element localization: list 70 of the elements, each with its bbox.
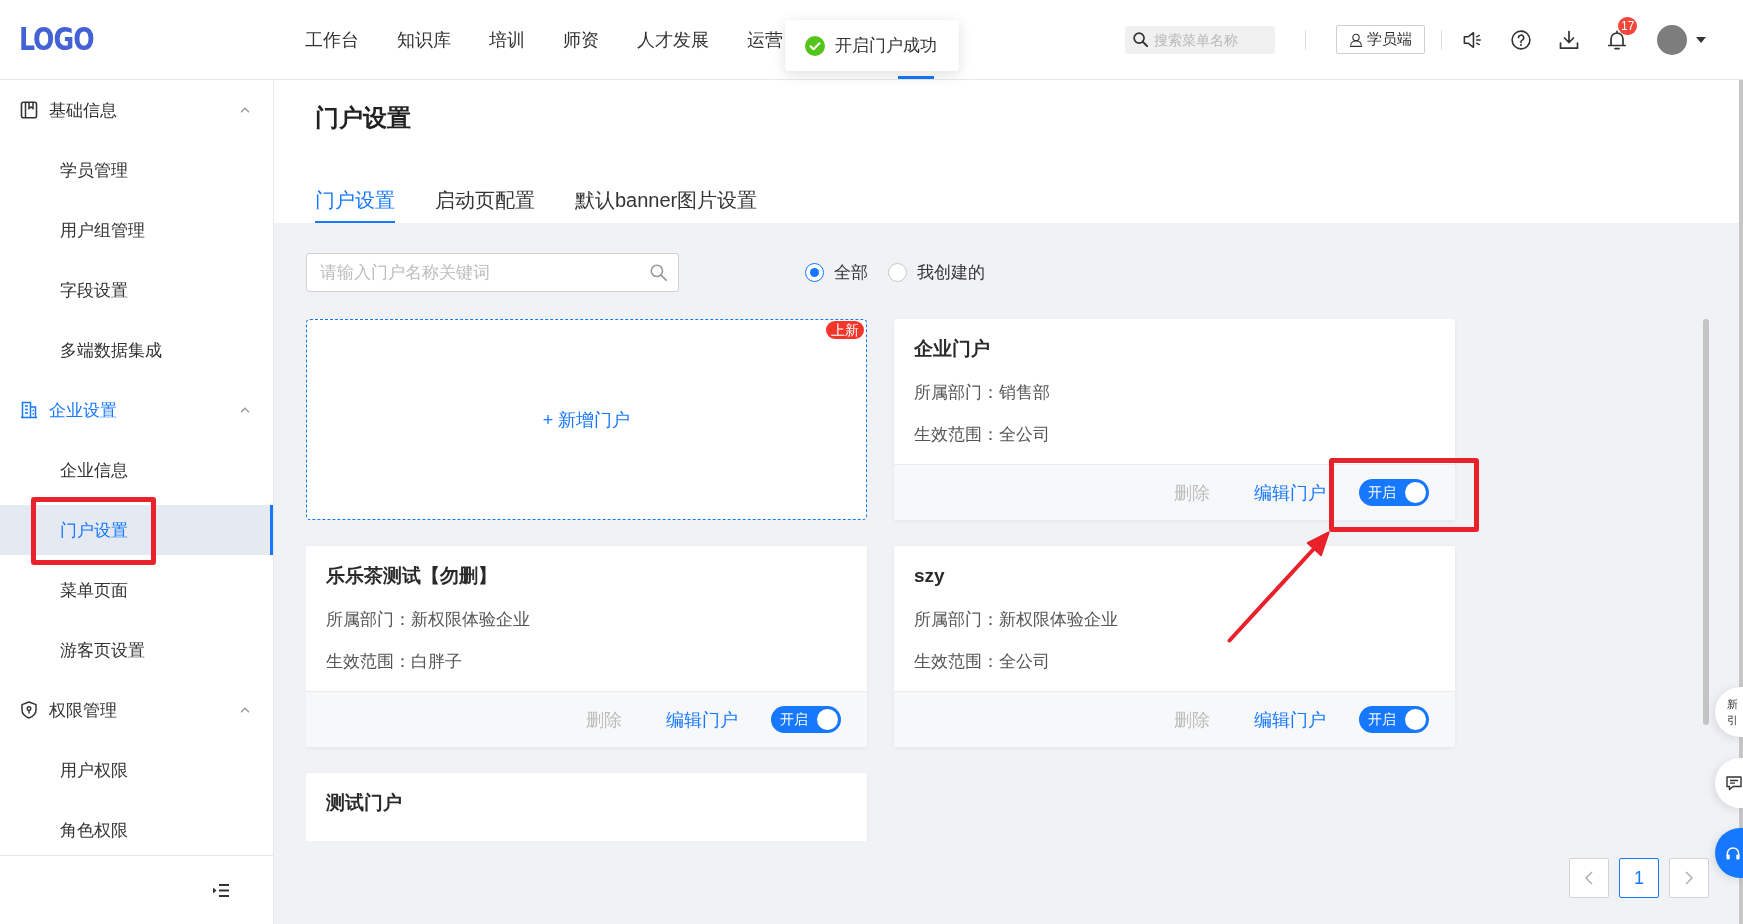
- tab[interactable]: 默认banner图片设置: [575, 177, 758, 223]
- user-avatar[interactable]: [1657, 24, 1687, 55]
- chevron-up-icon: [240, 407, 250, 413]
- radio-button[interactable]: [888, 263, 907, 282]
- scope-text: 生效范围：白胖子: [326, 651, 462, 673]
- scope-text: 生效范围：全公司: [914, 424, 1050, 446]
- help-icon[interactable]: [1510, 28, 1532, 51]
- toggle-switch[interactable]: 开启: [771, 706, 841, 733]
- chat-icon: [1726, 775, 1742, 791]
- student-portal-button[interactable]: 学员端: [1336, 25, 1425, 54]
- collapse-menu-icon[interactable]: [213, 883, 229, 897]
- menu-item[interactable]: 用户组管理: [0, 205, 273, 255]
- portal-name: 乐乐茶测试【勿删】: [326, 564, 497, 588]
- building-icon: [20, 401, 38, 419]
- nav-item[interactable]: 师资: [563, 0, 599, 79]
- radio-label[interactable]: 全部: [834, 261, 868, 284]
- nav-item[interactable]: 培训: [489, 0, 525, 79]
- menu-group[interactable]: 基础信息: [0, 85, 273, 135]
- menu-item[interactable]: 企业信息: [0, 445, 273, 495]
- nav-item[interactable]: 工作台: [305, 0, 359, 79]
- scope-text: 生效范围：全公司: [914, 651, 1050, 673]
- menu-item[interactable]: 游客页设置: [0, 625, 273, 675]
- radio-label[interactable]: 我创建的: [917, 261, 985, 284]
- menu-item[interactable]: 菜单页面: [0, 565, 273, 615]
- menu-group[interactable]: 权限管理: [0, 685, 273, 735]
- edit-portal-link[interactable]: 编辑门户: [666, 707, 738, 732]
- download-icon[interactable]: [1558, 28, 1580, 51]
- department-text: 所属部门：新权限体验企业: [326, 609, 530, 631]
- nav-item[interactable]: 运营: [747, 0, 783, 79]
- scrollbar-thumb[interactable]: [1703, 319, 1709, 725]
- check-circle-icon: [805, 35, 825, 56]
- menu-group[interactable]: 企业设置: [0, 385, 273, 435]
- portal-name: szy: [914, 564, 945, 588]
- add-portal-button[interactable]: + 新增门户 上新: [306, 319, 867, 520]
- radio-button[interactable]: [805, 263, 824, 282]
- department-text: 所属部门：销售部: [914, 382, 1050, 404]
- toggle-switch[interactable]: 开启: [1359, 706, 1429, 733]
- bell-icon[interactable]: [1606, 28, 1628, 51]
- chevron-up-icon: [240, 707, 250, 713]
- edit-portal-link[interactable]: 编辑门户: [1254, 707, 1326, 732]
- toast-message: 开启门户成功: [835, 35, 937, 57]
- edit-portal-link[interactable]: 编辑门户: [1254, 480, 1326, 505]
- chevron-right-icon: [1685, 871, 1693, 885]
- portal-name: 企业门户: [914, 337, 990, 361]
- notebook-icon: [20, 101, 38, 119]
- search-field[interactable]: 请输入门户名称关键词: [306, 253, 679, 292]
- chevron-left-icon: [1585, 871, 1593, 885]
- chevron-up-icon: [240, 107, 250, 113]
- nav-item[interactable]: 知识库: [397, 0, 451, 79]
- shield-icon: [20, 701, 38, 719]
- menu-item[interactable]: 角色权限: [0, 805, 273, 855]
- headset-icon: [1725, 845, 1741, 861]
- department-text: 所属部门：新权限体验企业: [914, 609, 1118, 631]
- search-icon: [1133, 32, 1148, 47]
- logo: LOGO: [19, 21, 94, 58]
- page-title: 门户设置: [315, 103, 411, 133]
- menu-item[interactable]: 学员管理: [0, 145, 273, 195]
- nav-item[interactable]: 人才发展: [637, 0, 709, 79]
- menu-item[interactable]: 用户权限: [0, 745, 273, 795]
- menu-item[interactable]: 多端数据集成: [0, 325, 273, 375]
- page-number[interactable]: 1: [1619, 858, 1659, 898]
- portal-name: 测试门户: [326, 791, 402, 815]
- tab[interactable]: 启动页配置: [435, 177, 535, 223]
- notification-badge: 17: [1618, 16, 1638, 35]
- search-icon: [650, 264, 667, 281]
- toggle-switch[interactable]: 开启: [1359, 479, 1429, 506]
- menu-item[interactable]: 字段设置: [0, 265, 273, 315]
- user-icon: [1349, 32, 1363, 47]
- caret-down-icon[interactable]: [1696, 36, 1706, 43]
- new-badge: 上新: [826, 321, 864, 339]
